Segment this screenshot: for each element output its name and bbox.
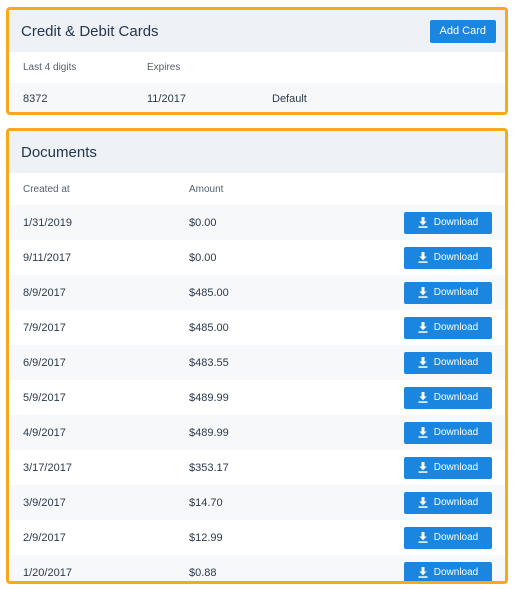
document-date: 3/9/2017 xyxy=(23,496,66,509)
document-row: 9/11/2017 $0.00 Download xyxy=(9,240,505,275)
document-date: 1/31/2019 xyxy=(23,216,72,229)
download-icon xyxy=(418,462,428,473)
download-button[interactable]: Download xyxy=(404,281,492,304)
download-label: Download xyxy=(433,287,479,298)
document-actions: Download xyxy=(309,526,505,549)
document-amount: $14.70 xyxy=(189,496,223,509)
document-row: 1/20/2017 $0.88 Download xyxy=(9,555,505,581)
download-button[interactable]: Download xyxy=(404,246,492,269)
download-icon xyxy=(418,217,428,228)
documents-title: Documents xyxy=(21,143,97,161)
download-button[interactable]: Download xyxy=(404,421,492,444)
download-label: Download xyxy=(433,322,479,333)
cards-column-headers: Last 4 digits Expires xyxy=(9,52,505,83)
cards-panel: Credit & Debit Cards Add Card Last 4 dig… xyxy=(6,7,508,115)
download-label: Download xyxy=(433,497,479,508)
document-actions: Download xyxy=(309,561,505,581)
document-row: 4/9/2017 $489.99 Download xyxy=(9,415,505,450)
document-date: 1/20/2017 xyxy=(23,566,72,579)
document-amount: $485.00 xyxy=(189,286,229,299)
document-row: 8/9/2017 $485.00 Download xyxy=(9,275,505,310)
download-icon xyxy=(418,497,428,508)
download-button[interactable]: Download xyxy=(404,526,492,549)
document-amount: $0.00 xyxy=(189,251,217,264)
document-amount: $483.55 xyxy=(189,356,229,369)
download-button[interactable]: Download xyxy=(404,456,492,479)
document-actions: Download xyxy=(309,456,505,479)
document-actions: Download xyxy=(309,281,505,304)
document-row: 3/17/2017 $353.17 Download xyxy=(9,450,505,485)
download-label: Download xyxy=(433,567,479,578)
column-header-expires: Expires xyxy=(147,62,181,73)
document-date: 2/9/2017 xyxy=(23,531,66,544)
document-date: 5/9/2017 xyxy=(23,391,66,404)
documents-header: Documents xyxy=(9,131,505,173)
document-actions: Download xyxy=(309,386,505,409)
card-expires: 11/2017 xyxy=(147,92,186,105)
column-header-created-at: Created at xyxy=(23,183,70,195)
document-amount: $489.99 xyxy=(189,426,229,439)
download-button[interactable]: Download xyxy=(404,491,492,514)
document-date: 6/9/2017 xyxy=(23,356,66,369)
document-actions: Download xyxy=(309,246,505,269)
document-actions: Download xyxy=(309,211,505,234)
document-actions: Download xyxy=(309,491,505,514)
download-icon xyxy=(418,357,428,368)
cards-header: Credit & Debit Cards Add Card xyxy=(9,10,505,52)
download-icon xyxy=(418,287,428,298)
document-amount: $0.88 xyxy=(189,566,217,579)
document-row: 7/9/2017 $485.00 Download xyxy=(9,310,505,345)
documents-list: 1/31/2019 $0.00 Download 9/11/2017 $0.00 xyxy=(9,205,505,581)
download-icon xyxy=(418,392,428,403)
document-date: 4/9/2017 xyxy=(23,426,66,439)
download-label: Download xyxy=(433,392,479,403)
download-button[interactable]: Download xyxy=(404,386,492,409)
download-icon xyxy=(418,427,428,438)
document-date: 3/17/2017 xyxy=(23,461,72,474)
document-row: 6/9/2017 $483.55 Download xyxy=(9,345,505,380)
document-row: 3/9/2017 $14.70 Download xyxy=(9,485,505,520)
documents-panel: Documents Created at Amount 1/31/2019 $0… xyxy=(6,128,508,584)
card-row: 8372 11/2017 Default xyxy=(9,83,505,112)
download-icon xyxy=(418,252,428,263)
document-row: 2/9/2017 $12.99 Download xyxy=(9,520,505,555)
download-icon xyxy=(418,322,428,333)
document-row: 5/9/2017 $489.99 Download xyxy=(9,380,505,415)
document-date: 8/9/2017 xyxy=(23,286,66,299)
document-amount: $485.00 xyxy=(189,321,229,334)
card-default-label: Default xyxy=(272,92,307,105)
document-date: 7/9/2017 xyxy=(23,321,66,334)
document-row: 1/31/2019 $0.00 Download xyxy=(9,205,505,240)
download-button[interactable]: Download xyxy=(404,561,492,581)
document-actions: Download xyxy=(309,421,505,444)
documents-column-headers: Created at Amount xyxy=(9,173,505,205)
download-label: Download xyxy=(433,532,479,543)
add-card-button[interactable]: Add Card xyxy=(429,19,496,43)
document-amount: $353.17 xyxy=(189,461,229,474)
document-date: 9/11/2017 xyxy=(23,251,72,264)
download-button[interactable]: Download xyxy=(404,211,492,234)
download-label: Download xyxy=(433,252,479,263)
download-label: Download xyxy=(433,217,479,228)
column-header-last4: Last 4 digits xyxy=(23,62,77,73)
download-icon xyxy=(418,567,428,578)
card-last4: 8372 xyxy=(23,92,48,105)
download-label: Download xyxy=(433,357,479,368)
document-amount: $12.99 xyxy=(189,531,223,544)
download-button[interactable]: Download xyxy=(404,351,492,374)
download-label: Download xyxy=(433,462,479,473)
cards-title: Credit & Debit Cards xyxy=(21,22,159,40)
download-label: Download xyxy=(433,427,479,438)
document-amount: $0.00 xyxy=(189,216,217,229)
document-actions: Download xyxy=(309,351,505,374)
document-amount: $489.99 xyxy=(189,391,229,404)
document-actions: Download xyxy=(309,316,505,339)
column-header-amount: Amount xyxy=(189,183,224,195)
download-button[interactable]: Download xyxy=(404,316,492,339)
download-icon xyxy=(418,532,428,543)
